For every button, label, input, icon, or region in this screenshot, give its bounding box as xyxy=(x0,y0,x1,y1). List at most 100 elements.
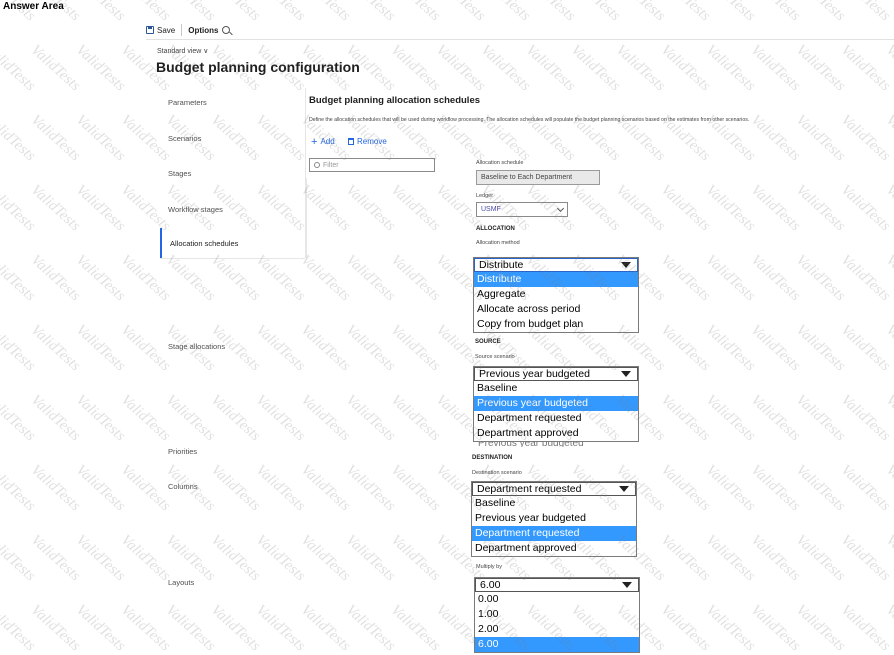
source-scenario-select[interactable]: Previous year budgeted xyxy=(474,367,638,381)
multiply-by-dropdown[interactable]: 6.00 0.00 1.00 2.00 6.00 xyxy=(474,577,640,653)
watermark-text: ValidTests xyxy=(882,322,894,375)
watermark-text: ValidTests xyxy=(702,392,759,445)
search-icon[interactable] xyxy=(222,26,231,34)
nav-item-stages[interactable]: Stages xyxy=(160,156,305,190)
watermark-text: ValidTests xyxy=(747,252,804,305)
allocation-method-dropdown[interactable]: Distribute Distribute Aggregate Allocate… xyxy=(473,257,639,333)
nav-item-priorities[interactable]: Priorities xyxy=(160,434,305,468)
destination-scenario-label: Destination scenario xyxy=(472,470,522,476)
watermark-text: ValidTests xyxy=(0,252,39,305)
nav-item-stage-allocations[interactable]: Stage allocations xyxy=(160,329,305,363)
nav-label: Scenarios xyxy=(168,133,202,143)
destination-scenario-dropdown[interactable]: Department requested Baseline Previous y… xyxy=(471,481,637,557)
multiply-by-select[interactable]: 6.00 xyxy=(475,578,639,592)
filter-input[interactable]: Filter xyxy=(309,158,435,172)
dropdown-option[interactable]: Allocate across period xyxy=(474,302,638,317)
source-scenario-dropdown[interactable]: Previous year budgeted Baseline Previous… xyxy=(473,366,639,442)
watermark-text: ValidTests xyxy=(0,322,39,375)
watermark-text: ValidTests xyxy=(477,42,534,95)
watermark-text: ValidTests xyxy=(567,42,624,95)
watermark-text: ValidTests xyxy=(477,0,534,25)
dropdown-option[interactable]: Aggregate xyxy=(474,287,638,302)
ledger-select[interactable]: USMF xyxy=(476,202,568,217)
add-button[interactable]: + Add xyxy=(311,135,335,148)
dropdown-option[interactable]: Copy from budget plan xyxy=(474,317,638,332)
destination-scenario-select[interactable]: Department requested xyxy=(472,482,636,496)
watermark-text: ValidTests xyxy=(207,252,264,305)
plus-icon: + xyxy=(311,135,318,148)
save-icon xyxy=(146,26,154,34)
nav-label: Workflow stages xyxy=(168,204,223,214)
watermark-text: ValidTests xyxy=(72,532,129,585)
watermark-text: ValidTests xyxy=(747,532,804,585)
section-description: Define the allocation schedules that wil… xyxy=(309,117,750,123)
nav-item-allocation-schedules[interactable]: Allocation schedules xyxy=(160,228,305,258)
dropdown-option[interactable]: 2.00 xyxy=(475,622,639,637)
dropdown-option[interactable]: Baseline xyxy=(474,381,638,396)
dropdown-option[interactable]: Department requested xyxy=(474,411,638,426)
watermark-text: ValidTests xyxy=(747,462,804,515)
nav-item-columns[interactable]: Columns xyxy=(160,469,305,503)
watermark-text: ValidTests xyxy=(882,392,894,445)
watermark-text: ValidTests xyxy=(882,532,894,585)
source-scenario-selected: Previous year budgeted xyxy=(479,368,590,380)
dropdown-option[interactable]: Previous year budgeted xyxy=(474,396,638,411)
watermark-text: ValidTests xyxy=(837,322,894,375)
watermark-text: ValidTests xyxy=(702,0,759,25)
dropdown-option[interactable]: 6.00 xyxy=(475,637,639,652)
watermark-text: ValidTests xyxy=(297,0,354,25)
watermark-text: ValidTests xyxy=(297,392,354,445)
nav-item-parameters[interactable]: Parameters xyxy=(160,85,305,119)
allocation-schedule-field[interactable]: Baseline to Each Department xyxy=(476,170,600,185)
ledger-label: Ledger xyxy=(476,193,494,199)
add-label: Add xyxy=(320,137,335,146)
watermark-text: ValidTests xyxy=(657,532,714,585)
nav-item-layouts[interactable]: Layouts xyxy=(160,565,305,599)
save-button[interactable]: Save xyxy=(146,26,175,35)
answer-area-label: Answer Area xyxy=(3,1,64,12)
multiply-by-selected: 6.00 xyxy=(480,579,501,591)
save-label: Save xyxy=(157,25,176,35)
dropdown-option[interactable]: Department requested xyxy=(472,526,636,541)
watermark-text: ValidTests xyxy=(522,0,579,25)
watermark-text: ValidTests xyxy=(792,322,849,375)
watermark-text: ValidTests xyxy=(27,252,84,305)
watermark-text: ValidTests xyxy=(27,42,84,95)
watermark-text: ValidTests xyxy=(747,602,804,655)
watermark-text: ValidTests xyxy=(342,252,399,305)
dropdown-option[interactable]: 1.00 xyxy=(475,607,639,622)
view-selector[interactable]: Standard view ∨ xyxy=(157,47,208,55)
remove-button[interactable]: Remove xyxy=(348,137,387,146)
nav-item-scenarios[interactable]: Scenarios xyxy=(160,121,305,155)
watermark-text: ValidTests xyxy=(387,392,444,445)
watermark-text: ValidTests xyxy=(612,182,669,235)
dropdown-option[interactable]: Baseline xyxy=(472,496,636,511)
watermark-text: ValidTests xyxy=(432,42,489,95)
watermark-text: ValidTests xyxy=(27,462,84,515)
watermark-text: ValidTests xyxy=(657,602,714,655)
remove-label: Remove xyxy=(357,137,387,146)
watermark-text: ValidTests xyxy=(387,462,444,515)
watermark-text: ValidTests xyxy=(747,0,804,25)
dropdown-option[interactable]: Department approved xyxy=(474,426,638,441)
watermark-text: ValidTests xyxy=(252,252,309,305)
dropdown-option[interactable]: Previous year budgeted xyxy=(472,511,636,526)
watermark-text: ValidTests xyxy=(387,182,444,235)
watermark-text: ValidTests xyxy=(342,462,399,515)
nav-label: Parameters xyxy=(168,97,207,107)
watermark-text: ValidTests xyxy=(792,112,849,165)
dropdown-option[interactable]: Department approved xyxy=(472,541,636,556)
watermark-text: ValidTests xyxy=(342,602,399,655)
dropdown-option[interactable]: 0.00 xyxy=(475,592,639,607)
allocation-method-select[interactable]: Distribute xyxy=(474,258,638,272)
watermark-text: ValidTests xyxy=(0,602,39,655)
options-button[interactable]: Options xyxy=(188,26,218,35)
dropdown-option[interactable]: Distribute xyxy=(474,272,638,287)
nav-item-workflow-stages[interactable]: Workflow stages xyxy=(160,192,305,226)
watermark-text: ValidTests xyxy=(162,252,219,305)
watermark-text: ValidTests xyxy=(882,112,894,165)
watermark-text: ValidTests xyxy=(882,42,894,95)
watermark-text: ValidTests xyxy=(387,42,444,95)
watermark-text: ValidTests xyxy=(792,602,849,655)
allocation-schedule-label: Allocation schedule xyxy=(476,160,524,166)
